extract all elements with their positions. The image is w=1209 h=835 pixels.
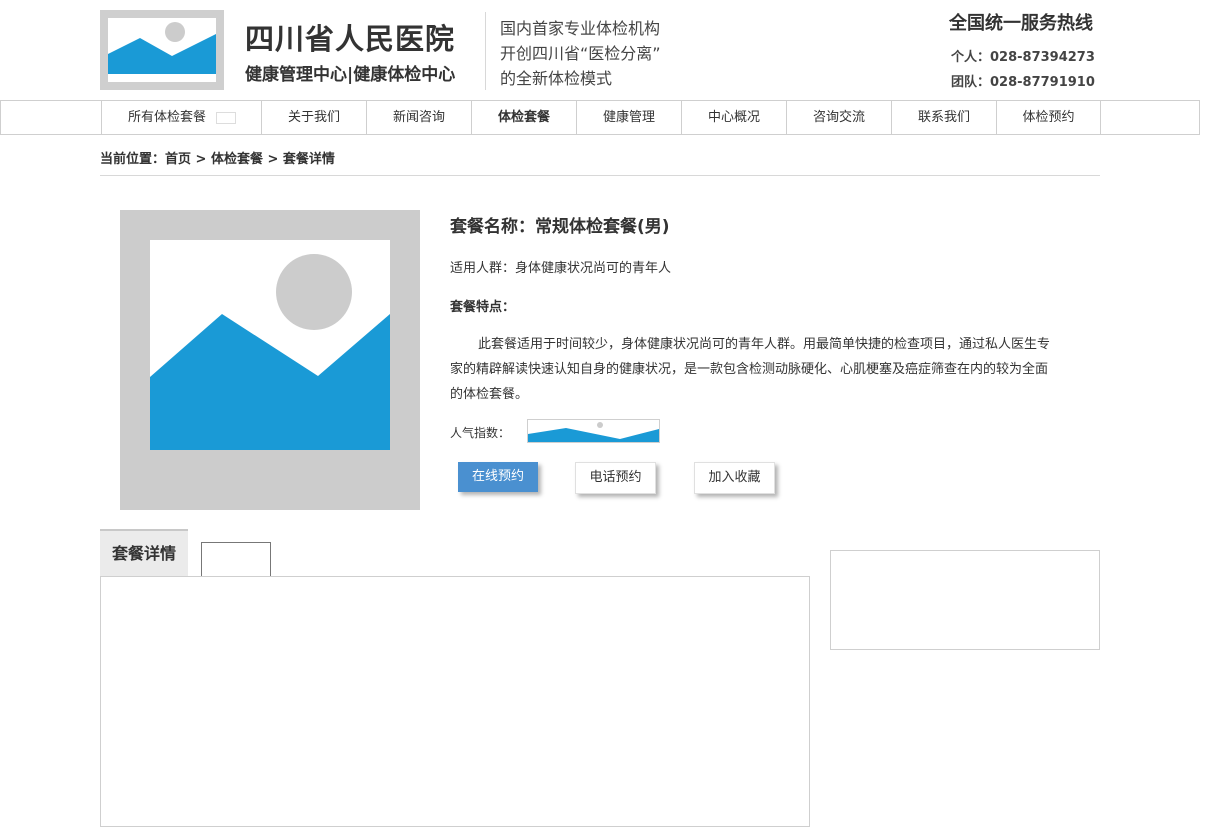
nav-all-packages[interactable]: 所有体检套餐 [101, 101, 262, 134]
nav-center-overview[interactable]: 中心概况 [681, 101, 786, 134]
nav-item-label: 体检套餐 [497, 110, 550, 125]
tab-package-details[interactable]: 套餐详情 [100, 529, 188, 577]
phone-booking-button[interactable]: 电话预约 [575, 462, 656, 494]
nav-health-management[interactable]: 健康管理 [576, 101, 681, 134]
breadcrumb-divider [100, 175, 1100, 176]
nav-news[interactable]: 新闻咨询 [366, 101, 471, 134]
nav-item-label: 所有体检套餐 [127, 110, 206, 125]
hotline-group: 团队：028-87791910 [951, 75, 1095, 90]
nav-item-label: 关于我们 [287, 110, 340, 125]
image-placeholder-icon [150, 240, 390, 450]
nav-item-label: 健康管理 [602, 110, 655, 125]
package-description: 此套餐适用于时间较少，身体健康状况尚可的青年人群。用最简单快捷的检查项目，通过私… [450, 337, 1051, 402]
image-placeholder-icon [528, 422, 659, 442]
popularity-label: 人气指数： [450, 426, 511, 440]
nav-item-label: 体检预约 [1022, 110, 1075, 125]
hotline-personal: 个人：028-87394273 [951, 50, 1095, 65]
nav-item-label: 中心概况 [707, 110, 760, 125]
nav-contact-us[interactable]: 联系我们 [891, 101, 996, 134]
nav-item-label: 咨询交流 [812, 110, 865, 125]
nav-booking[interactable]: 体检预约 [996, 101, 1101, 134]
slogan-line-3: 的全新体检模式 [500, 69, 613, 88]
tab-secondary[interactable] [201, 542, 271, 577]
package-image [120, 210, 420, 510]
nav-item-label: 联系我们 [917, 110, 970, 125]
package-features-label: 套餐特点： [450, 300, 516, 315]
site-subtitle: 健康管理中心|健康体检中心 [245, 65, 456, 85]
package-details-panel [100, 576, 810, 827]
site-title: 四川省人民医院 [245, 22, 456, 56]
online-booking-button[interactable]: 在线预约 [458, 462, 538, 492]
nav-about-us[interactable]: 关于我们 [261, 101, 366, 134]
main-nav: 所有体检套餐 关于我们 新闻咨询 体检套餐 健康管理 中心概况 咨询交流 联系我… [0, 100, 1200, 135]
package-name: 套餐名称：常规体检套餐(男) [450, 217, 670, 237]
sidebar-panel [830, 550, 1100, 650]
popularity-rating-image [527, 419, 660, 443]
hotline-title: 全国统一服务热线 [949, 13, 1093, 34]
image-placeholder-icon [108, 18, 216, 82]
breadcrumb: 当前位置：首页 > 体检套餐 > 套餐详情 [100, 152, 335, 167]
add-favorite-button[interactable]: 加入收藏 [694, 462, 775, 494]
nav-item-label: 新闻咨询 [392, 110, 445, 125]
hospital-logo[interactable] [100, 10, 224, 90]
slogan-line-1: 国内首家专业体检机构 [500, 19, 661, 38]
image-placeholder-icon [216, 111, 236, 124]
nav-consultation[interactable]: 咨询交流 [786, 101, 891, 134]
nav-packages[interactable]: 体检套餐 [471, 101, 576, 134]
slogan-line-2: 开创四川省“医检分离” [500, 44, 661, 63]
package-audience: 适用人群：身体健康状况尚可的青年人 [450, 261, 672, 276]
header-divider [485, 12, 486, 90]
